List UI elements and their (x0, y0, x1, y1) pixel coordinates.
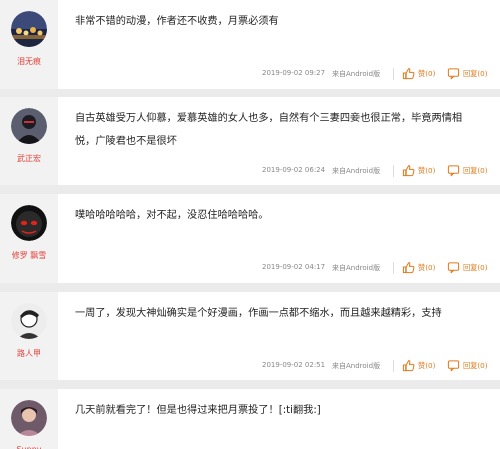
comment-meta: 2019-09-02 09:27 来自Android版 赞(0) 回复(0) (0, 67, 500, 81)
avatar[interactable] (11, 205, 47, 241)
username[interactable]: 路人甲 (0, 348, 58, 359)
reply-label: 回复(0) (463, 361, 488, 370)
username[interactable]: 修罗 飘雪 (0, 250, 58, 261)
comment-card: 泪无痕 非常不错的动漫，作者还不收费，月票必须有 2019-09-02 09:2… (0, 0, 500, 89)
comment-source: 来自Android版 (332, 70, 381, 78)
comment-text: 一周了，发现大神灿确实是个好漫画，作画一点都不缩水，而且越来越精彩，支持 (75, 308, 442, 319)
comment-text: 自古英雄受万人仰慕，爱慕英雄的女人也多，自然有个三妻四妾也很正常，毕竟两情相悦，… (75, 113, 463, 147)
comment-time: 2019-09-02 04:17 (262, 263, 326, 271)
reply-label: 回复(0) (463, 69, 488, 78)
divider (393, 165, 394, 177)
reply-label: 回复(0) (463, 166, 488, 175)
like-label: 赞(0) (418, 263, 436, 272)
username[interactable]: 泪无痕 (0, 56, 58, 67)
like-label: 赞(0) (418, 69, 436, 78)
reply-label: 回复(0) (463, 263, 488, 272)
comment-card: 修罗 飘雪 噗哈哈哈哈哈，对不起，没忍住哈哈哈哈。 2019-09-02 04:… (0, 194, 500, 283)
comment-text: 噗哈哈哈哈哈，对不起，没忍住哈哈哈哈。 (75, 210, 269, 221)
comment-source: 来自Android版 (332, 362, 381, 370)
username[interactable]: Sunny (0, 445, 58, 449)
divider (393, 262, 394, 274)
avatar[interactable] (11, 303, 47, 339)
avatar[interactable] (11, 400, 47, 436)
comment-meta: 2019-09-02 02:51 来自Android版 赞(0) 回复(0) (0, 359, 500, 373)
divider (393, 68, 394, 80)
like-label: 赞(0) (418, 361, 436, 370)
comment-time: 2019-09-02 06:24 (262, 166, 326, 174)
comment-list: 泪无痕 非常不错的动漫，作者还不收费，月票必须有 2019-09-02 09:2… (0, 0, 500, 449)
username[interactable]: 武正宏 (0, 153, 58, 164)
comment-card: 武正宏 自古英雄受万人仰慕，爱慕英雄的女人也多，自然有个三妻四妾也很正常，毕竟两… (0, 97, 500, 185)
comment-text: 几天前就看完了！但是也得过来把月票投了！[:ti翻我:] (75, 405, 321, 416)
like-label: 赞(0) (418, 166, 436, 175)
comment-time: 2019-09-02 09:27 (262, 69, 326, 77)
comment-meta: 2019-09-02 06:24 来自Android版 赞(0) 回复(0) (0, 164, 500, 178)
comment-source: 来自Android版 (332, 167, 381, 175)
comment-time: 2019-09-02 02:51 (262, 361, 326, 369)
comment-author: Sunny (0, 389, 58, 449)
comment-text: 非常不错的动漫，作者还不收费，月票必须有 (75, 16, 279, 27)
avatar[interactable] (11, 11, 47, 47)
comment-source: 来自Android版 (332, 264, 381, 272)
comment-card: 路人甲 一周了，发现大神灿确实是个好漫画，作画一点都不缩水，而且越来越精彩，支持… (0, 292, 500, 380)
avatar[interactable] (11, 108, 47, 144)
divider (393, 360, 394, 372)
comment-meta: 2019-09-02 04:17 来自Android版 赞(0) 回复(0) (0, 261, 500, 275)
comment-card: Sunny 几天前就看完了！但是也得过来把月票投了！[:ti翻我:] (0, 389, 500, 449)
